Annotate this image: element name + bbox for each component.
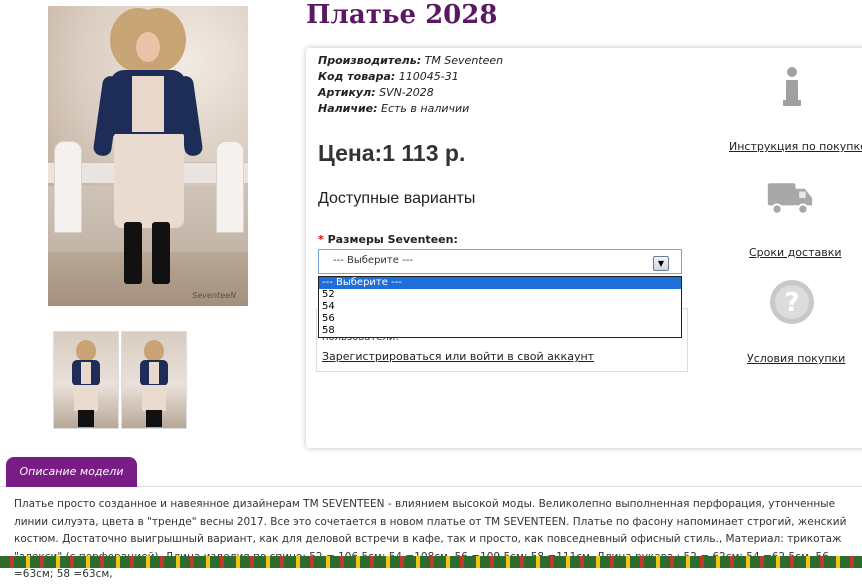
photo-chair [216,141,244,233]
purchase-instructions-link[interactable]: Инструкция по покупке [729,140,862,153]
availability-label: Наличие: [318,102,378,115]
product-thumbnail[interactable] [121,331,187,429]
svg-text:?: ? [784,288,799,318]
variants-heading: Доступные варианты [318,190,476,207]
thumb-dress-panel [81,362,91,384]
delivery-terms-link[interactable]: Сроки доставки [749,246,842,259]
dress-panel [132,76,164,132]
size-option-56[interactable]: 56 [319,313,681,325]
photo-signature: SeventeeN [192,291,236,300]
truck-icon[interactable] [766,174,814,222]
model-face [136,32,160,62]
question-icon[interactable]: ? [768,278,816,326]
size-select-label: * Размеры Seventeen: [318,233,458,246]
info-icon[interactable] [768,64,816,112]
manufacturer-label: Производитель: [318,54,422,67]
chevron-down-icon[interactable]: ▼ [653,256,669,271]
size-select-value: --- Выберите --- [333,255,413,266]
purchase-terms-link[interactable]: Условия покупки [747,352,845,365]
dress-skirt [114,134,184,228]
article-value: SVN-2028 [379,86,434,99]
thumb-dress-panel [149,362,159,384]
size-select[interactable]: --- Выберите --- ▼ [318,249,682,274]
thumb-dress-skirt [142,385,166,411]
article-row: Артикул: SVN-2028 [318,86,434,99]
manufacturer-value[interactable]: TM Seventeen [425,54,504,67]
availability-value: Есть в наличии [381,102,470,115]
required-mark: * [318,233,324,246]
product-price: Цена:1 113 р. [318,140,466,166]
thumb-model-legs [78,410,94,427]
tab-description[interactable]: Описание модели [6,457,137,487]
size-dropdown-list[interactable]: --- Выберите --- 52 54 56 58 [318,276,682,338]
product-code-label: Код товара: [318,70,396,83]
size-option-54[interactable]: 54 [319,301,681,313]
register-login-link[interactable]: Зарегистрироваться или войти в свой акка… [322,350,594,363]
description-text: Платье просто созданное и навеянное диза… [14,498,847,580]
product-main-photo[interactable]: SeventeeN [48,6,248,306]
product-thumbnail[interactable] [53,331,119,429]
thumb-model-head [76,340,96,362]
photo-chair [54,141,82,233]
thumb-dress-skirt [74,385,98,411]
product-code-row: Код товара: 110045-31 [318,70,459,83]
article-label: Артикул: [318,86,376,99]
size-option-placeholder[interactable]: --- Выберите --- [319,277,681,289]
size-label-text: Размеры Seventeen: [327,233,458,246]
size-option-52[interactable]: 52 [319,289,681,301]
product-title: Платье 2028 [306,0,498,30]
thumb-model-legs [146,410,162,427]
model-boot [124,222,142,284]
thumb-model-head [144,340,164,362]
model-boot [152,222,170,284]
product-code-value: 110045-31 [398,70,459,83]
holiday-garland-decoration [0,556,862,568]
manufacturer-row: Производитель: TM Seventeen [318,54,503,67]
availability-row: Наличие: Есть в наличии [318,102,469,115]
size-option-58[interactable]: 58 [319,325,681,337]
